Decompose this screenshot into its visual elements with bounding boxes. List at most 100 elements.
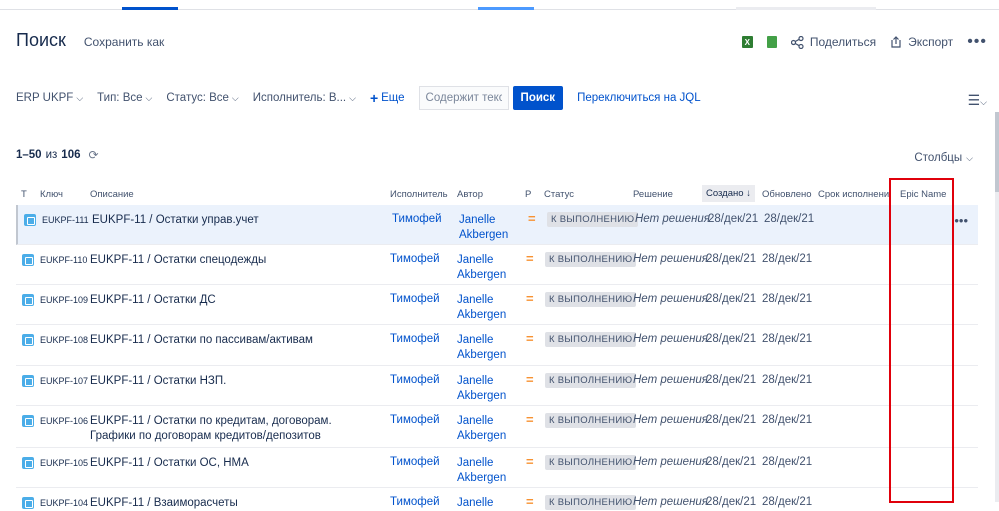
parent-issue-link[interactable]: EUKPF-11: [92, 214, 146, 226]
switch-to-jql-link[interactable]: Переключиться на JQL: [577, 92, 701, 104]
table-row[interactable]: EUKPF-104 EUKPF-11 / Взаиморасчеты Тимоф…: [16, 488, 978, 511]
column-header-created[interactable]: Создано ↓: [702, 185, 755, 202]
updated-date: 28/дек/21: [764, 213, 815, 225]
scrollbar-thumb[interactable]: [995, 112, 999, 192]
column-header-author[interactable]: Автор: [457, 189, 483, 200]
task-type-icon: [22, 334, 34, 346]
issue-summary: EUKPF-11 / Остатки ДС: [90, 294, 216, 306]
text-search-input[interactable]: [418, 86, 509, 110]
parent-issue-link[interactable]: EUKPF-11: [90, 415, 144, 427]
issue-summary-link[interactable]: Остатки управ.учет: [156, 214, 259, 226]
chevron-down-icon: ⌵: [980, 97, 987, 107]
issue-summary-link[interactable]: Остатки ДС: [154, 294, 216, 306]
issue-key-link[interactable]: EUKPF-107: [40, 376, 88, 386]
issue-key-link[interactable]: EUKPF-104: [40, 498, 88, 508]
search-button[interactable]: Поиск: [512, 86, 564, 110]
column-header-assignee[interactable]: Исполнитель: [390, 189, 448, 200]
issue-key-link[interactable]: EUKPF-108: [40, 335, 88, 345]
issue-summary: EUKPF-11 / Остатки ОС, НМА: [90, 457, 249, 469]
column-header-key[interactable]: Ключ: [40, 189, 63, 200]
issue-summary-link[interactable]: Остатки ОС, НМА: [154, 457, 249, 469]
column-header-type[interactable]: Т: [21, 189, 27, 200]
author-link[interactable]: Janelle Akbergen: [457, 333, 512, 363]
table-row[interactable]: EUKPF-108 EUKPF-11 / Остатки по пассивам…: [16, 325, 978, 366]
type-filter[interactable]: Тип: Все ⌵: [97, 92, 152, 104]
issue-key-link[interactable]: EUKPF-105: [40, 458, 88, 468]
issue-summary: EUKPF-11 / Остатки по кредитам, договора…: [90, 415, 332, 442]
priority-medium-icon: =: [526, 291, 534, 306]
resolution-value: Нет решения: [633, 333, 708, 345]
task-type-icon: [24, 214, 36, 226]
parent-issue-link[interactable]: EUKPF-11: [90, 457, 144, 469]
view-switcher-button[interactable]: ☰⌵: [968, 92, 987, 109]
assignee-link[interactable]: Тимофей: [390, 333, 440, 345]
table-row[interactable]: EUKPF-110 EUKPF-11 / Остатки спецодежды …: [16, 245, 978, 285]
issue-summary-link[interactable]: Остатки НЗП.: [154, 375, 227, 387]
columns-button[interactable]: Столбцы ⌵: [914, 152, 973, 164]
issue-key-link[interactable]: EUKPF-111: [42, 215, 89, 225]
author-link[interactable]: Janelle: [457, 496, 512, 511]
column-header-resolution[interactable]: Решение: [633, 189, 673, 200]
issue-summary-link[interactable]: Остатки спецодежды: [154, 254, 267, 266]
top-navigation: [0, 0, 999, 10]
author-link[interactable]: Janelle Akbergen: [457, 293, 512, 323]
row-actions-icon[interactable]: •••: [954, 213, 968, 228]
results-total: 106: [61, 149, 81, 161]
assignee-link[interactable]: Тимофей: [390, 293, 440, 305]
issue-summary-link[interactable]: Взаиморасчеты: [154, 497, 238, 509]
assignee-filter[interactable]: Исполнитель: В... ⌵: [253, 92, 356, 104]
created-date: 28/дек/21: [706, 414, 757, 426]
nav-create-button[interactable]: [478, 7, 534, 10]
resolution-value: Нет решения: [633, 456, 708, 468]
nav-search-box[interactable]: [736, 7, 876, 10]
assignee-link[interactable]: Тимофей: [390, 496, 440, 508]
resolution-value: Нет решения: [633, 253, 708, 265]
author-link[interactable]: Janelle Akbergen: [457, 253, 512, 283]
author-link[interactable]: Janelle Akbergen: [457, 374, 512, 404]
more-actions-icon[interactable]: •••: [967, 33, 987, 51]
assignee-link[interactable]: Тимофей: [390, 456, 440, 468]
resolution-value: Нет решения: [633, 374, 708, 386]
excel-export-icon[interactable]: X: [741, 36, 753, 48]
assignee-link[interactable]: Тимофей: [390, 414, 440, 426]
table-row[interactable]: EUKPF-106 EUKPF-11 / Остатки по кредитам…: [16, 406, 978, 448]
vertical-scrollbar[interactable]: [995, 112, 999, 502]
author-link[interactable]: Janelle Akbergen: [459, 213, 514, 243]
table-row[interactable]: EUKPF-105 EUKPF-11 / Остатки ОС, НМА Тим…: [16, 448, 978, 488]
status-filter[interactable]: Статус: Все ⌵: [166, 92, 238, 104]
word-export-icon[interactable]: [766, 36, 777, 48]
project-filter[interactable]: ERP UKPF ⌵: [16, 92, 83, 104]
column-header-summary[interactable]: Описание: [90, 189, 134, 200]
results-range: 1–50: [16, 149, 42, 161]
assignee-link[interactable]: Тимофей: [390, 374, 440, 386]
issue-key-link[interactable]: EUKPF-106: [40, 416, 88, 426]
parent-issue-link[interactable]: EUKPF-11: [90, 497, 144, 509]
issue-summary-link[interactable]: Остатки по пассивам/активам: [154, 334, 313, 346]
export-button[interactable]: Экспорт: [890, 35, 953, 49]
author-link[interactable]: Janelle Akbergen: [457, 414, 512, 444]
issue-key-link[interactable]: EUKPF-109: [40, 295, 88, 305]
epic-name-column-highlight: [889, 178, 954, 503]
column-header-priority[interactable]: P: [525, 189, 531, 200]
author-link[interactable]: Janelle Akbergen: [457, 456, 512, 486]
table-row[interactable]: EUKPF-109 EUKPF-11 / Остатки ДС Тимофей …: [16, 285, 978, 325]
assignee-link[interactable]: Тимофей: [392, 213, 442, 225]
parent-issue-link[interactable]: EUKPF-11: [90, 375, 144, 387]
table-row[interactable]: EUKPF-107 EUKPF-11 / Остатки НЗП. Тимофе…: [16, 366, 978, 406]
assignee-link[interactable]: Тимофей: [390, 253, 440, 265]
parent-issue-link[interactable]: EUKPF-11: [90, 334, 144, 346]
column-header-updated[interactable]: Обновлено: [762, 189, 812, 200]
updated-date: 28/дек/21: [762, 496, 813, 508]
column-header-due-date[interactable]: Срок исполнени: [818, 189, 889, 200]
more-filters-button[interactable]: + Еще: [370, 90, 405, 106]
issue-key-link[interactable]: EUKPF-110: [40, 255, 87, 265]
save-as-button[interactable]: Сохранить как: [84, 35, 164, 49]
resolution-value: Нет решения: [635, 213, 710, 225]
parent-issue-link[interactable]: EUKPF-11: [90, 254, 144, 266]
table-row[interactable]: EUKPF-111 EUKPF-11 / Остатки управ.учет …: [16, 205, 978, 245]
refresh-icon[interactable]: ⟳: [88, 148, 98, 162]
share-button[interactable]: Поделиться: [790, 35, 876, 49]
parent-issue-link[interactable]: EUKPF-11: [90, 294, 144, 306]
column-header-status[interactable]: Статус: [544, 189, 574, 200]
priority-medium-icon: =: [526, 454, 534, 469]
